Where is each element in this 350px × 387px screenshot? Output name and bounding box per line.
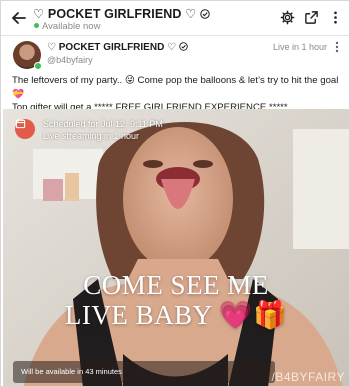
post-more-icon[interactable] bbox=[331, 40, 343, 54]
schedule-title: Scheduled for Jul 12, 9:11 PM bbox=[43, 119, 163, 129]
online-indicator bbox=[34, 62, 42, 70]
post-author-handle[interactable]: @b4byfairy bbox=[47, 55, 93, 65]
verified-icon bbox=[179, 42, 188, 53]
page-title-text: ♡ POCKET GIRLFRIEND ♡ bbox=[33, 7, 197, 21]
app-frame: ♡ POCKET GIRLFRIEND ♡ Available now ♡ PO… bbox=[0, 0, 350, 387]
overlay-text-line-2: LIVE BABY 💗🎁 bbox=[64, 300, 288, 330]
top-actions bbox=[280, 10, 343, 25]
availability-bar: Will be available in 43 minutes bbox=[13, 361, 275, 383]
verified-icon bbox=[200, 7, 210, 21]
gear-icon[interactable] bbox=[280, 10, 295, 25]
more-vertical-icon[interactable] bbox=[328, 10, 343, 25]
stream-preview[interactable]: Scheduled for Jul 12, 9:11 PM Live strea… bbox=[3, 109, 349, 386]
post-text-line-1: The leftovers of my party.. 😜 Come pop t… bbox=[12, 75, 339, 100]
post-time: Live in 1 hour bbox=[272, 42, 327, 52]
post-header: ♡ POCKET GIRLFRIEND ♡ @b4byfairy Live in… bbox=[1, 36, 349, 72]
author-name-text: ♡ POCKET GIRLFRIEND ♡ bbox=[47, 42, 177, 53]
share-icon[interactable] bbox=[304, 10, 319, 25]
post-author-name[interactable]: ♡ POCKET GIRLFRIEND ♡ bbox=[47, 42, 188, 53]
online-dot bbox=[34, 23, 39, 28]
status-text: Available now bbox=[42, 21, 101, 32]
schedule-info: Scheduled for Jul 12, 9:11 PM Live strea… bbox=[15, 118, 163, 142]
schedule-subtitle: Live streaming in 1 hour bbox=[43, 131, 140, 141]
back-arrow-icon[interactable] bbox=[10, 9, 28, 27]
top-bar: ♡ POCKET GIRLFRIEND ♡ Available now bbox=[1, 1, 349, 36]
watermark: /B4BYFAIRY bbox=[271, 370, 345, 384]
stream-preview-image bbox=[3, 109, 349, 386]
page-title[interactable]: ♡ POCKET GIRLFRIEND ♡ bbox=[33, 6, 210, 21]
overlay-text-line-1: COME SEE ME bbox=[83, 270, 269, 300]
calendar-icon bbox=[15, 119, 35, 139]
availability-status: Available now bbox=[34, 21, 100, 32]
